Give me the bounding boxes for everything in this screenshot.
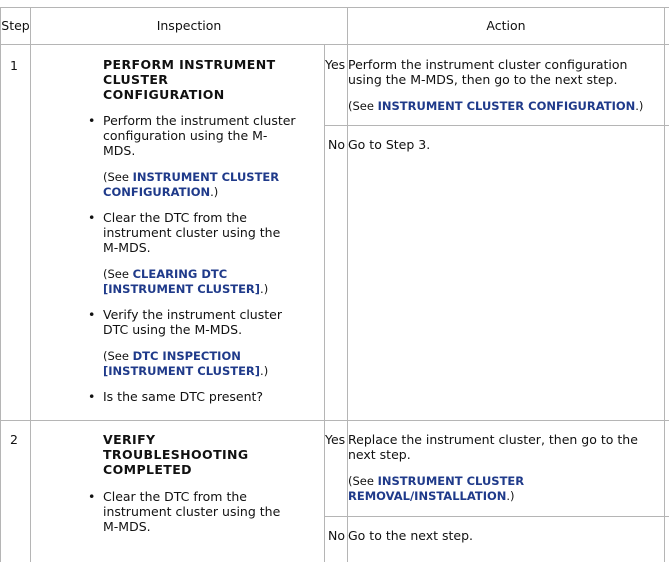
header-action: Action [486,18,526,33]
see-reference: (See DTC INSPECTION [INSTRUMENT CLUSTER]… [103,349,269,378]
row2-no-label: No [328,528,345,543]
see-reference: (See INSTRUMENT CLUSTER CONFIGURATION.) [348,99,644,113]
table-right-border [664,7,665,562]
list-item: Perform the instrument cluster configura… [88,113,298,200]
header-step: Step [1,18,30,33]
row1-step-number: 1 [10,58,18,73]
row1-title: PERFORM INSTRUMENT CLUSTER CONFIGURATION [103,57,276,102]
header-inspection: Inspection [156,18,222,33]
troubleshooting-table: Step Inspection Action 1 PERFORM INSTRUM… [0,0,669,562]
row2-title: VERIFY TROUBLESHOOTING COMPLETED [103,432,249,477]
table-top-border [0,7,669,8]
row2-yes-label: Yes [325,432,346,447]
action-text: Replace the instrument cluster, then go … [348,432,638,462]
row2-step-number: 2 [10,432,18,447]
see-reference: (See INSTRUMENT CLUSTER CONFIGURATION.) [103,170,280,199]
inspection-column-divider [324,44,325,562]
row2-yes-action: Replace the instrument cluster, then go … [348,432,653,504]
bullet-text: Perform the instrument cluster configura… [103,113,296,158]
action-text: Perform the instrument cluster configura… [348,57,628,87]
row1-no-label: No [328,137,345,152]
see-reference: (See CLEARING DTC [INSTRUMENT CLUSTER].) [103,267,269,296]
row2-yes-no-divider [324,516,669,517]
see-reference: (See INSTRUMENT CLUSTER REMOVAL/INSTALLA… [348,474,525,503]
list-item: Verify the instrument cluster DTC using … [88,307,298,379]
row2-bullet-list: Clear the DTC from the instrument cluste… [88,489,298,534]
bullet-text: Is the same DTC present? [103,389,264,404]
list-item: Is the same DTC present? [88,389,298,404]
list-item: Clear the DTC from the instrument cluste… [88,210,298,297]
bullet-text: Clear the DTC from the instrument cluste… [103,210,281,255]
row2-no-action: Go to the next step. [348,528,473,543]
table-left-border [0,7,1,562]
row1-bottom-border [0,420,669,421]
header-bottom-border [0,44,669,45]
row1-bullet-list: Perform the instrument cluster configura… [88,113,298,404]
row1-yes-no-divider [324,125,669,126]
step-column-divider [30,7,31,562]
bullet-text: Verify the instrument cluster DTC using … [103,307,282,337]
row1-yes-action: Perform the instrument cluster configura… [348,57,648,114]
link-instrument-cluster-configuration[interactable]: INSTRUMENT CLUSTER CONFIGURATION [378,99,636,113]
row1-no-action: Go to Step 3. [348,137,431,152]
row1-yes-label: Yes [325,57,346,72]
list-item: Clear the DTC from the instrument cluste… [88,489,298,534]
bullet-text: Clear the DTC from the instrument cluste… [103,489,281,534]
